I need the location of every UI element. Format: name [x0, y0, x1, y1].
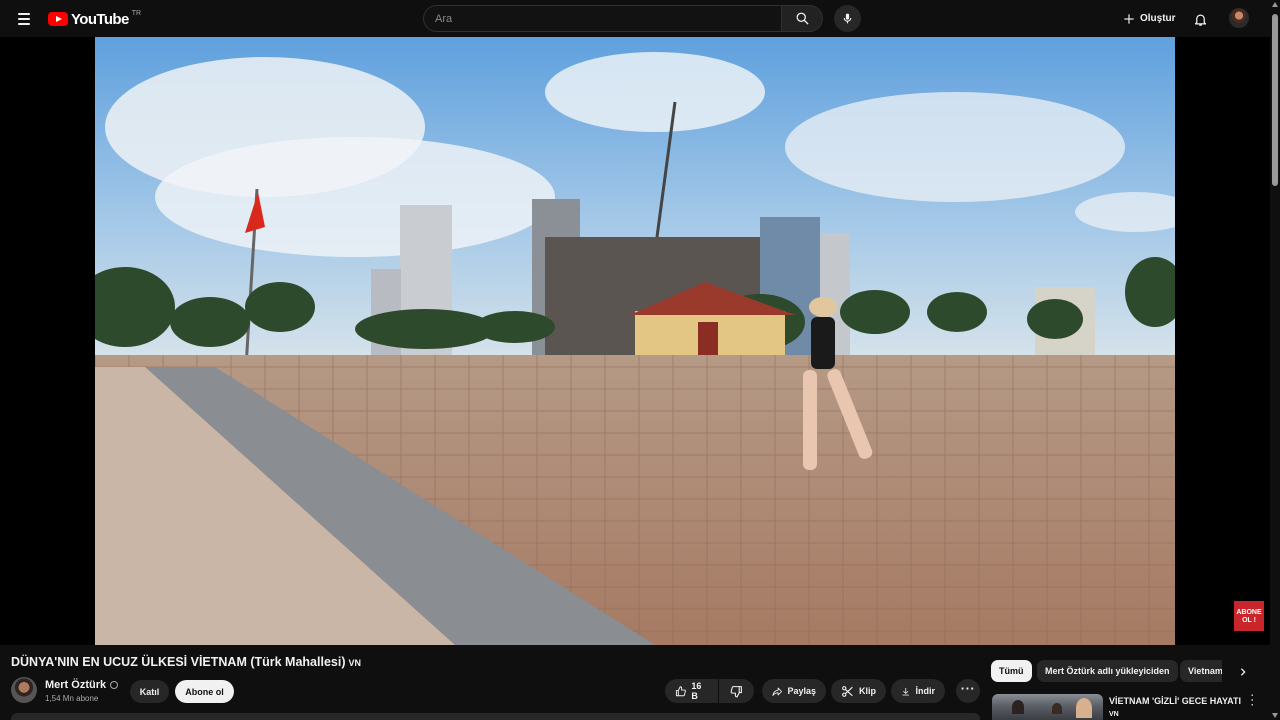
notifications-button[interactable] [1189, 8, 1211, 30]
ellipsis-icon: ··· [1245, 692, 1261, 708]
share-label: Paylaş [787, 686, 816, 696]
verified-icon [110, 681, 119, 689]
video-scene [95, 37, 1175, 645]
video-title-text: DÜNYA'NIN EN UCUZ ÜLKESİ VİETNAM (Türk M… [11, 655, 346, 669]
channel-name-text: Mert Öztürk [45, 679, 107, 691]
scroll-up-arrow[interactable] [1272, 2, 1278, 7]
share-arrow-icon [772, 687, 783, 696]
chevron-right-icon [1240, 668, 1246, 676]
like-count: 16 B [691, 681, 702, 701]
search-button[interactable] [781, 5, 823, 32]
ellipsis-icon: ··· [960, 680, 976, 696]
chips-next-button[interactable] [1236, 665, 1250, 679]
create-label: Oluştur [1140, 13, 1176, 24]
like-button[interactable]: 16 B [665, 679, 718, 703]
scrollbar[interactable] [1270, 0, 1280, 720]
logo-country-code: TR [131, 9, 142, 17]
thumbs-up-icon [675, 685, 686, 696]
clip-button[interactable]: Klip [831, 679, 886, 703]
plus-icon [1124, 13, 1134, 24]
subscribe-overlay-badge[interactable]: ABONE OL ! [1234, 601, 1264, 631]
search-input[interactable] [435, 12, 781, 25]
subscribe-button[interactable]: Abone ol [175, 680, 234, 703]
download-icon [902, 687, 909, 695]
search-box[interactable] [423, 5, 781, 32]
scissors-icon [842, 685, 853, 697]
related-thumbnail[interactable] [992, 694, 1103, 720]
youtube-logo[interactable]: YouTube TR [48, 10, 141, 28]
video-player[interactable]: ABONE OL ! [0, 37, 1270, 645]
dislike-button[interactable] [719, 679, 754, 703]
play-logo-icon [48, 12, 68, 26]
chip-vietnam[interactable]: Vietnam [1180, 660, 1222, 682]
download-button[interactable]: İndir [891, 679, 945, 703]
masthead: YouTube TR Oluştur [0, 0, 1280, 37]
badge-line-2: OL ! [1242, 617, 1256, 624]
thumbs-down-icon [730, 685, 742, 697]
logo-text: YouTube [71, 10, 129, 28]
bell-icon [1194, 14, 1206, 26]
video-frame[interactable] [95, 37, 1175, 645]
description-box[interactable] [11, 713, 980, 720]
subscriber-count: 1,54 Mn abone [45, 694, 99, 703]
chip-uploader[interactable]: Mert Öztürk adlı yükleyiciden [1037, 660, 1178, 682]
video-title: DÜNYA'NIN EN UCUZ ÜLKESİ VİETNAM (Türk M… [11, 655, 361, 669]
account-avatar[interactable] [1229, 8, 1249, 28]
channel-name[interactable]: Mert Öztürk [45, 679, 119, 691]
related-more-button[interactable]: ··· [1245, 692, 1261, 710]
mic-icon [843, 13, 852, 24]
scroll-thumb[interactable] [1272, 14, 1278, 186]
voice-search-button[interactable] [834, 5, 861, 32]
clip-label: Klip [859, 686, 876, 696]
related-title[interactable]: VİETNAM 'GİZLİ' GECE HAYATI [1109, 696, 1241, 706]
more-actions-button[interactable]: ··· [956, 679, 980, 703]
download-label: İndir [915, 686, 936, 696]
flag-label: VN [348, 658, 362, 668]
badge-line-1: ABONE [1236, 609, 1262, 616]
scroll-down-arrow[interactable] [1272, 713, 1278, 718]
search-icon [796, 12, 809, 25]
create-button[interactable]: Oluştur [1116, 6, 1186, 31]
share-button[interactable]: Paylaş [762, 679, 826, 703]
channel-avatar[interactable] [11, 677, 37, 703]
join-button[interactable]: Katıl [130, 680, 169, 703]
related-flag: VN [1109, 711, 1119, 718]
chip-all[interactable]: Tümü [991, 660, 1032, 682]
hamburger-icon[interactable] [12, 8, 36, 30]
